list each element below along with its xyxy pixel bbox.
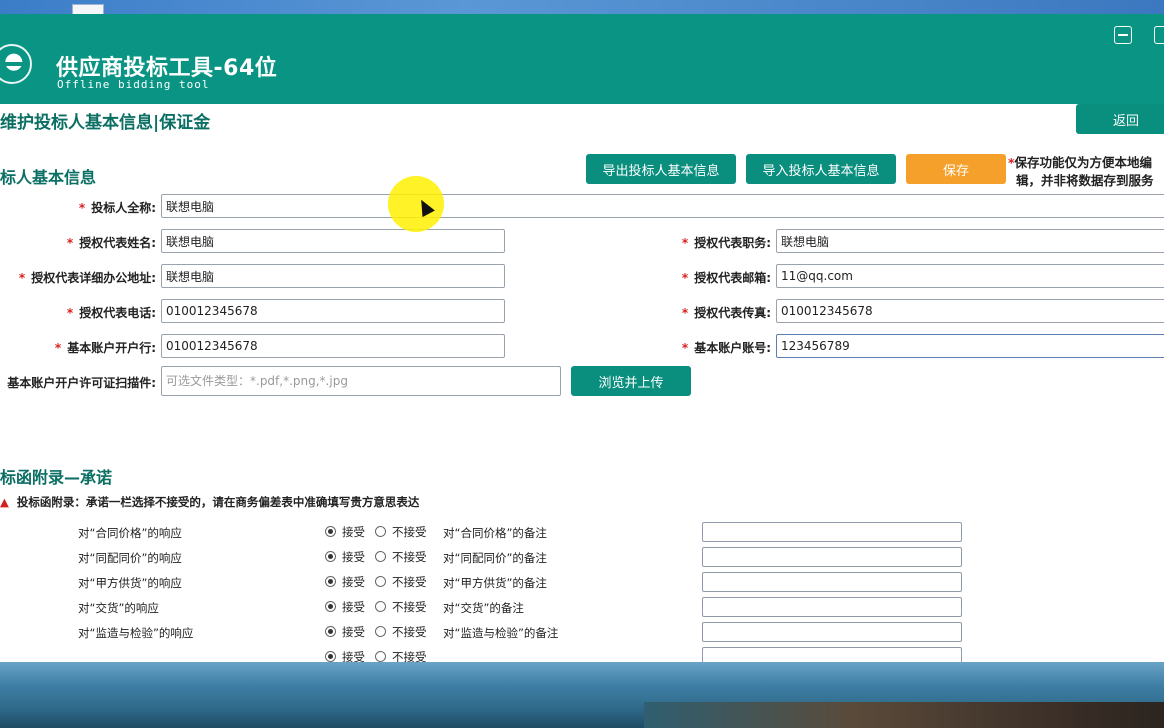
remark-input[interactable] [702, 522, 962, 542]
reject-label: 不接受 [392, 525, 427, 539]
reject-radio[interactable] [375, 551, 386, 562]
remark-label: 对“合同价格”的备注 [443, 526, 547, 540]
back-button[interactable]: 返回 [1076, 104, 1164, 134]
reject-label: 不接受 [392, 600, 427, 614]
full-name-label: * 投标人全称: [78, 201, 156, 215]
response-label: 对“交货”的响应 [78, 601, 159, 615]
rep-address-input[interactable] [161, 264, 505, 288]
remark-input[interactable] [702, 547, 962, 567]
bank-label: * 基本账户开户行: [54, 341, 156, 355]
remark-label: 对“交货”的备注 [443, 601, 524, 615]
rep-email-label: * 授权代表邮箱: [681, 271, 771, 285]
browse-upload-button[interactable]: 浏览并上传 [571, 366, 691, 396]
rep-address-label: * 授权代表详细办公地址: [18, 271, 156, 285]
reject-radio[interactable] [375, 626, 386, 637]
remark-input[interactable] [702, 572, 962, 592]
maximize-icon[interactable] [1154, 26, 1164, 44]
rep-fax-label: * 授权代表传真: [681, 306, 771, 320]
rep-name-label: * 授权代表姓名: [66, 236, 156, 250]
save-note-line1: 保存功能仅为方便本地编 [1014, 155, 1153, 170]
accept-label: 接受 [342, 525, 365, 539]
rep-phone-label: * 授权代表电话: [66, 306, 156, 320]
remark-input[interactable] [702, 647, 962, 662]
app-subtitle: Offline bidding tool [57, 78, 210, 91]
reject-radio[interactable] [375, 526, 386, 537]
accept-label: 接受 [342, 600, 365, 614]
full-name-input[interactable] [161, 194, 1164, 218]
rep-fax-input[interactable] [776, 299, 1164, 323]
reject-label: 不接受 [392, 550, 427, 564]
account-label: * 基本账户账号: [681, 341, 771, 355]
rep-title-input[interactable] [776, 229, 1164, 253]
response-label: 对“甲方供货”的响应 [78, 576, 182, 590]
table-row: 对“甲方供货”的响应 接受 不接受 对“甲方供货”的备注 [0, 572, 1164, 597]
reject-label: 不接受 [392, 575, 427, 589]
page-title: 维护投标人基本信息|保证金 [0, 113, 211, 133]
commitment-section-title: 标函附录—承诺 [0, 468, 113, 487]
response-label: 对“同配同价”的响应 [78, 551, 182, 565]
accept-radio[interactable] [325, 626, 336, 637]
commitment-warning: ▲ 投标函附录：承诺一栏选择不接受的，请在商务偏差表中准确填写贵方意思表达 [0, 495, 420, 509]
bank-input[interactable] [161, 334, 505, 358]
save-note: *保存功能仅为方便本地编 辑，并非将数据存到服务 [1008, 155, 1154, 188]
table-row: 对“监造与检验”的响应 接受 不接受 对“监造与检验”的备注 [0, 622, 1164, 647]
table-row: 对“合同价格”的响应 接受 不接受 对“合同价格”的备注 [0, 522, 1164, 547]
accept-label: 接受 [342, 650, 365, 662]
table-row-partial: 接受 不接受 [0, 647, 1164, 662]
response-label: 对“合同价格”的响应 [78, 526, 182, 540]
accept-label: 接受 [342, 550, 365, 564]
response-label: 对“监造与检验”的响应 [78, 626, 194, 640]
reject-radio[interactable] [375, 651, 386, 662]
remark-input[interactable] [702, 597, 962, 617]
rep-email-input[interactable] [776, 264, 1164, 288]
company-logo-icon [0, 44, 32, 84]
accept-label: 接受 [342, 625, 365, 639]
accept-radio[interactable] [325, 526, 336, 537]
accept-radio[interactable] [325, 651, 336, 662]
desktop-background-bottom [0, 662, 1164, 728]
export-bidder-info-button[interactable]: 导出投标人基本信息 [586, 154, 736, 184]
license-scan-input[interactable] [161, 366, 561, 396]
rep-title-label: * 授权代表职务: [681, 236, 771, 250]
rep-name-input[interactable] [161, 229, 505, 253]
table-row: 对“交货”的响应 接受 不接受 对“交货”的备注 [0, 597, 1164, 622]
remark-label: 对“同配同价”的备注 [443, 551, 547, 565]
reject-radio[interactable] [375, 576, 386, 587]
accept-radio[interactable] [325, 551, 336, 562]
remark-label: 对“监造与检验”的备注 [443, 626, 559, 640]
table-row: 对“同配同价”的响应 接受 不接受 对“同配同价”的备注 [0, 547, 1164, 572]
remark-label: 对“甲方供货”的备注 [443, 576, 547, 590]
bidder-info-section-title: 标人基本信息 [0, 168, 97, 187]
accept-label: 接受 [342, 575, 365, 589]
warning-icon: ▲ [0, 495, 9, 509]
save-button[interactable]: 保存 [906, 154, 1006, 184]
reject-radio[interactable] [375, 601, 386, 612]
account-input[interactable] [776, 334, 1164, 358]
rep-phone-input[interactable] [161, 299, 505, 323]
accept-radio[interactable] [325, 601, 336, 612]
minimize-icon[interactable] [1114, 26, 1132, 44]
save-note-line2: 辑，并非将数据存到服务 [1016, 173, 1154, 188]
remark-input[interactable] [702, 622, 962, 642]
import-bidder-info-button[interactable]: 导入投标人基本信息 [746, 154, 896, 184]
license-scan-label: 基本账户开户许可证扫描件: [7, 376, 156, 390]
reject-label: 不接受 [392, 625, 427, 639]
accept-radio[interactable] [325, 576, 336, 587]
desktop-wallpaper-rock [644, 702, 1164, 728]
title-bar: 供应商投标工具-64位 Offline bidding tool [0, 14, 1164, 104]
reject-label: 不接受 [392, 650, 427, 662]
